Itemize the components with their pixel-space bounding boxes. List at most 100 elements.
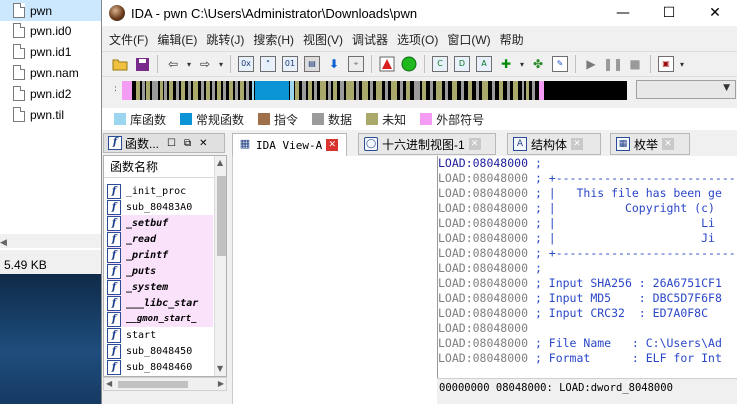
text-view-icon[interactable]: " bbox=[258, 54, 278, 74]
close-button[interactable]: ✕ bbox=[692, 0, 737, 26]
navigation-combo[interactable]: ▼ bbox=[636, 80, 736, 99]
stack-icon[interactable]: ⌖ bbox=[346, 54, 366, 74]
make-array-icon[interactable]: A bbox=[474, 54, 494, 74]
comment-icon[interactable]: ✎ bbox=[550, 54, 570, 74]
file-item-pwn-id1[interactable]: pwn.id1 bbox=[0, 41, 101, 62]
back-dropdown-icon[interactable]: ▾ bbox=[185, 54, 193, 74]
menu-search[interactable]: 搜索(H) bbox=[253, 31, 294, 48]
function-row[interactable]: f __gmon_start_ bbox=[107, 311, 213, 327]
struct-view-icon[interactable]: ▤ bbox=[302, 54, 322, 74]
disassembly-listing[interactable]: LOAD:08048000 ; LOAD:08048000 ; +--------… bbox=[437, 156, 737, 378]
function-row[interactable]: f sub_8048450 bbox=[107, 343, 213, 359]
listing-line[interactable]: LOAD:08048000 ; Input CRC32 : ED7A0F8C bbox=[438, 306, 737, 321]
listing-line[interactable]: LOAD:08048000 ; | Li bbox=[438, 216, 737, 231]
scrollbar-thumb[interactable] bbox=[118, 381, 188, 388]
nav-band-segment bbox=[302, 81, 306, 100]
add-cross-icon[interactable]: ✚ bbox=[496, 54, 516, 74]
menu-options[interactable]: 选项(O) bbox=[397, 31, 438, 48]
listing-line[interactable]: LOAD:08048000 bbox=[438, 321, 737, 336]
listing-line[interactable]: LOAD:08048000 ; Format : ELF for Int bbox=[438, 351, 737, 366]
menu-file[interactable]: 文件(F) bbox=[109, 31, 148, 48]
navigation-band[interactable] bbox=[122, 81, 627, 100]
save-icon[interactable] bbox=[132, 54, 152, 74]
nav-band-segment bbox=[391, 81, 397, 100]
file-item-pwn-til[interactable]: pwn.til bbox=[0, 104, 101, 125]
graph-overview-area[interactable] bbox=[232, 156, 437, 404]
hex-view-icon[interactable]: 0x bbox=[236, 54, 256, 74]
menu-help[interactable]: 帮助 bbox=[500, 31, 524, 48]
forward-dropdown-icon[interactable]: ▾ bbox=[217, 54, 225, 74]
scroll-down-icon[interactable]: ▼ bbox=[217, 364, 223, 373]
debugger-dropdown-icon[interactable]: ▾ bbox=[678, 54, 686, 74]
listing-line[interactable]: LOAD:08048000 ; Input SHA256 : 26A6751CF… bbox=[438, 276, 737, 291]
menu-window[interactable]: 窗口(W) bbox=[447, 31, 490, 48]
listing-line[interactable]: LOAD:08048000 ; bbox=[438, 261, 737, 276]
run-green-icon[interactable] bbox=[399, 54, 419, 74]
menu-debugger[interactable]: 调试器 bbox=[352, 31, 388, 48]
forward-arrow-icon[interactable]: ⇨ bbox=[195, 54, 215, 74]
close-pane-icon[interactable]: ✕ bbox=[199, 138, 207, 149]
add-dropdown-icon[interactable]: ▾ bbox=[518, 54, 526, 74]
explorer-scrollbar[interactable] bbox=[0, 234, 101, 248]
scroll-left-icon[interactable]: ◀ bbox=[106, 379, 112, 388]
listing-line[interactable]: LOAD:08048000 ; | Ji bbox=[438, 231, 737, 246]
play-icon[interactable]: ▶ bbox=[581, 54, 601, 74]
minimize-button[interactable]: — bbox=[600, 0, 646, 26]
functions-vertical-scrollbar[interactable]: ▲ ▼ bbox=[214, 156, 226, 376]
restore-pane-icon[interactable]: ⧉ bbox=[184, 138, 191, 149]
close-tab-icon[interactable]: ✕ bbox=[468, 138, 481, 150]
pause-icon[interactable]: ❚❚ bbox=[603, 54, 623, 74]
listing-line[interactable]: LOAD:08048000 ; +-----------------------… bbox=[438, 171, 737, 186]
open-folder-icon[interactable] bbox=[110, 54, 130, 74]
listing-line[interactable]: LOAD:08048000 ; bbox=[438, 156, 737, 171]
undefine-icon[interactable]: ✤ bbox=[528, 54, 548, 74]
close-tab-icon[interactable]: ✕ bbox=[662, 138, 675, 150]
debugger-icon[interactable]: ▣ bbox=[656, 54, 676, 74]
listing-line[interactable]: LOAD:08048000 ; | Copyright (c) bbox=[438, 201, 737, 216]
scroll-right-icon[interactable]: ▶ bbox=[218, 379, 224, 388]
functions-pane-header[interactable]: f 函数... ☐ ⧉ ✕ bbox=[103, 133, 225, 153]
back-arrow-icon[interactable]: ⇦ bbox=[163, 54, 183, 74]
file-item-pwn-nam[interactable]: pwn.nam bbox=[0, 62, 101, 83]
title-bar[interactable]: IDA - pwn C:\Users\Administrator\Downloa… bbox=[102, 0, 737, 26]
function-row[interactable]: f _setbuf bbox=[107, 215, 213, 231]
scroll-left-icon[interactable]: ◀ bbox=[0, 238, 7, 248]
tab-ida-view-a[interactable]: ▦ IDA View-A ✕ bbox=[232, 133, 347, 156]
close-tab-icon[interactable]: ✕ bbox=[326, 139, 339, 151]
close-tab-icon[interactable]: ✕ bbox=[571, 138, 584, 150]
warning-icon[interactable] bbox=[377, 54, 397, 74]
function-row[interactable]: f _init_proc bbox=[107, 183, 213, 199]
file-item-pwn-id2[interactable]: pwn.id2 bbox=[0, 83, 101, 104]
jump-down-icon[interactable]: ⬇ bbox=[324, 54, 344, 74]
file-item-pwn[interactable]: pwn bbox=[0, 0, 101, 21]
function-row[interactable]: f _puts bbox=[107, 263, 213, 279]
scroll-up-icon[interactable]: ▲ bbox=[217, 158, 223, 167]
function-row[interactable]: f _read bbox=[107, 231, 213, 247]
tab-hex-view-1[interactable]: ◯ 十六进制视图-1 ✕ bbox=[358, 133, 496, 155]
scrollbar-thumb[interactable] bbox=[217, 176, 226, 256]
menu-jump[interactable]: 跳转(J) bbox=[206, 31, 244, 48]
function-row[interactable]: f ___libc_star bbox=[107, 295, 213, 311]
function-row[interactable]: f _printf bbox=[107, 247, 213, 263]
maximize-button[interactable]: ☐ bbox=[646, 0, 692, 26]
tab-enums[interactable]: ▦ 枚举 ✕ bbox=[610, 133, 690, 155]
tab-structures[interactable]: A 结构体 ✕ bbox=[507, 133, 601, 155]
functions-horizontal-scrollbar[interactable]: ◀ ▶ bbox=[103, 377, 227, 391]
listing-line[interactable]: LOAD:08048000 ; Input MD5 : DBC5D7F6F8 bbox=[438, 291, 737, 306]
float-pane-icon[interactable]: ☐ bbox=[167, 138, 176, 149]
stop-icon[interactable]: ■ bbox=[625, 54, 645, 74]
listing-line[interactable]: LOAD:08048000 ; +-----------------------… bbox=[438, 246, 737, 261]
function-row[interactable]: f _system bbox=[107, 279, 213, 295]
menu-edit[interactable]: 编辑(E) bbox=[157, 31, 197, 48]
listing-line[interactable]: LOAD:08048000 ; File Name : C:\Users\Ad bbox=[438, 336, 737, 351]
binary-view-icon[interactable]: 01 bbox=[280, 54, 300, 74]
function-row[interactable]: f sub_80483A0 bbox=[107, 199, 213, 215]
code-icon[interactable]: C bbox=[430, 54, 450, 74]
file-item-pwn-id0[interactable]: pwn.id0 bbox=[0, 20, 101, 41]
function-row[interactable]: f start bbox=[107, 327, 213, 343]
data-icon[interactable]: D bbox=[452, 54, 472, 74]
column-header-function-name[interactable]: 函数名称 bbox=[104, 156, 214, 178]
menu-view[interactable]: 视图(V) bbox=[303, 31, 343, 48]
function-row[interactable]: f sub_8048460 bbox=[107, 359, 213, 375]
listing-line[interactable]: LOAD:08048000 ; | This file has been ge bbox=[438, 186, 737, 201]
